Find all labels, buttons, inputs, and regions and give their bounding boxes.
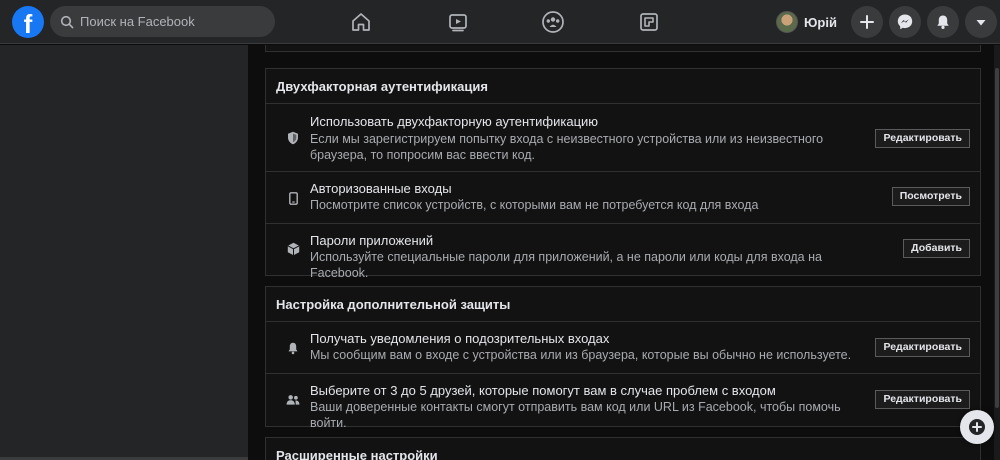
edit-two-factor-button[interactable]: Редактировать [875,129,970,148]
row-description: Мы сообщим вам о входе с устройства или … [310,348,852,362]
advanced-settings-card: Расширенные настройки [265,437,981,460]
avatar [776,11,798,33]
two-factor-card: Двухфакторная аутентификация Использоват… [265,68,981,280]
section-title: Настройка дополнительной защиты [266,287,980,322]
list-item: Получать уведомления о подозрительных вх… [266,322,980,374]
new-message-button[interactable] [960,410,994,444]
row-title: Выберите от 3 до 5 друзей, которые помог… [310,383,776,398]
caret-down-icon [976,20,986,26]
row-description: Ваши доверенные контакты смогут отправит… [310,400,841,430]
friends-icon [286,393,300,407]
account-menu-button[interactable] [965,6,997,38]
plus-icon [860,15,874,29]
notifications-button[interactable] [927,6,959,38]
add-app-password-button[interactable]: Добавить [903,239,970,258]
row-description: Используйте специальные пароли для прило… [310,250,822,280]
profile-button[interactable]: Юрій [776,9,837,35]
box-icon [286,242,300,256]
bell-icon [937,15,949,29]
extra-security-card: Настройка дополнительной защиты Получать… [265,286,981,430]
scrollbar-thumb[interactable] [995,68,999,408]
list-item: Авторизованные входы Посмотрите список у… [266,172,980,224]
section-title: Двухфакторная аутентификация [266,69,980,104]
search-box[interactable] [50,6,275,37]
list-item: Выберите от 3 до 5 друзей, которые помог… [266,374,980,430]
section-title: Расширенные настройки [276,448,438,460]
home-icon[interactable] [349,10,373,34]
profile-name: Юрій [804,14,837,30]
gaming-icon[interactable] [637,10,661,34]
compose-icon [969,419,985,435]
settings-sidebar [0,45,248,460]
groups-icon[interactable] [541,10,565,34]
row-title: Пароли приложений [310,233,434,248]
messenger-icon [897,14,913,30]
row-description: Посмотрите список устройств, с которыми … [310,198,759,212]
messenger-button[interactable] [889,6,921,38]
view-authorized-logins-button[interactable]: Посмотреть [891,187,970,206]
phone-icon [286,191,300,205]
search-icon [60,15,74,28]
row-title: Получать уведомления о подозрительных вх… [310,331,610,346]
row-description: Если мы зарегистрируем попытку входа с н… [310,132,824,162]
top-navigation-bar: f Юрій [0,0,1000,44]
previous-card-edge [265,45,981,52]
row-title: Авторизованные входы [310,181,452,196]
shield-icon [286,131,300,145]
create-button[interactable] [851,6,883,38]
list-item: Использовать двухфакторную аутентификаци… [266,104,980,172]
search-input[interactable] [80,14,260,29]
facebook-logo[interactable]: f [12,6,44,38]
edit-login-alerts-button[interactable]: Редактировать [875,338,970,357]
list-item: Пароли приложений Используйте специальны… [266,224,980,280]
row-title: Использовать двухфакторную аутентификаци… [310,114,599,129]
watch-icon[interactable] [446,10,470,34]
choose-trusted-friends-button[interactable]: Редактировать [875,390,970,409]
bell-icon [286,341,300,355]
